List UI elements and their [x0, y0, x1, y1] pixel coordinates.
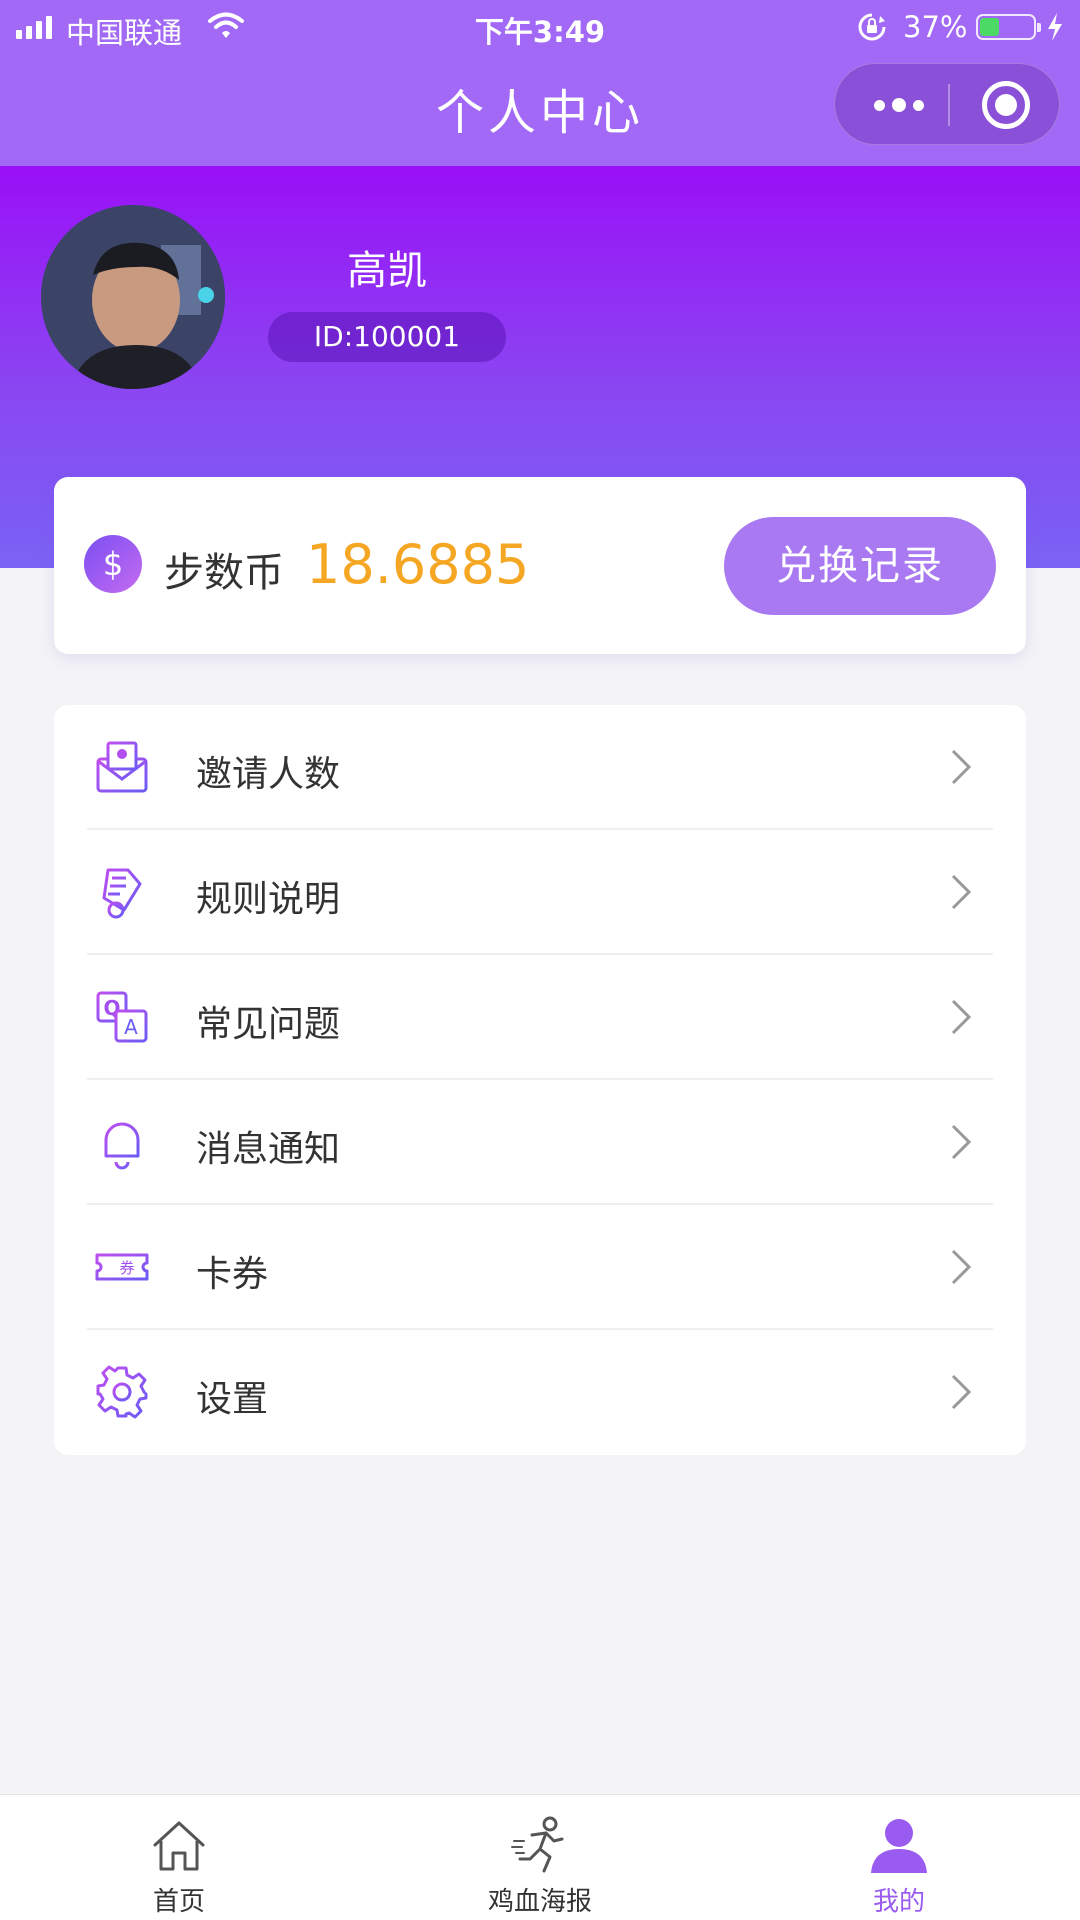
home-icon: [153, 1821, 205, 1871]
menu-item-rules[interactable]: 规则说明: [54, 830, 1026, 955]
chevron-right-icon: [951, 1249, 972, 1285]
mini-program-capsule: [834, 63, 1060, 145]
tab-label: 鸡血海报: [487, 1887, 592, 1917]
exchange-history-button[interactable]: 兑换记录: [724, 517, 996, 615]
menu-item-settings[interactable]: 设置: [54, 1330, 1026, 1455]
svg-text:A: A: [124, 1015, 138, 1039]
tab-poster[interactable]: 鸡血海报: [420, 1795, 660, 1920]
dollar-coin-icon: $: [84, 535, 142, 593]
rules-scroll-icon: [102, 868, 142, 919]
chevron-right-icon: [951, 749, 972, 785]
gear-icon: [96, 1365, 148, 1419]
charging-icon: [1048, 13, 1062, 41]
runner-icon: [511, 1816, 564, 1873]
chevron-right-icon: [951, 1124, 972, 1160]
menu-item-label: 卡券: [196, 1254, 269, 1295]
battery-fill: [980, 18, 999, 36]
tab-mine[interactable]: 我的: [779, 1795, 1019, 1920]
battery-icon: [976, 14, 1041, 40]
capsule-divider: [948, 84, 950, 126]
top-bar: 中国联通 下午3:49 37% 个人中心: [0, 0, 1080, 166]
menu-item-notifications[interactable]: 消息通知: [54, 1080, 1026, 1205]
menu-item-faq[interactable]: Q A 常见问题: [54, 955, 1026, 1080]
coin-value: 18.6885: [306, 533, 530, 596]
status-bar: 中国联通 下午3:49 37%: [0, 0, 1080, 54]
coin-label: 步数币: [164, 550, 284, 596]
more-options-icon[interactable]: [869, 64, 929, 146]
menu-item-label: 邀请人数: [196, 754, 341, 795]
rotation-lock-icon: [858, 13, 886, 41]
menu-item-label: 常见问题: [196, 1004, 341, 1045]
menu-item-label: 设置: [196, 1379, 269, 1420]
close-miniprogram-icon[interactable]: [982, 81, 1030, 129]
menu-item-label: 消息通知: [196, 1129, 341, 1170]
faq-qa-icon: Q A: [96, 991, 148, 1043]
user-icon: [871, 1819, 927, 1873]
chevron-right-icon: [951, 999, 972, 1035]
chevron-right-icon: [951, 1374, 972, 1410]
coin-balance-card: $ 步数币 18.6885 兑换记录: [54, 477, 1026, 654]
svg-text:券: 券: [119, 1259, 134, 1277]
bottom-tab-bar: 首页 鸡血海报 我的: [0, 1794, 1080, 1920]
tab-label: 我的: [872, 1887, 925, 1917]
tab-label: 首页: [152, 1887, 205, 1917]
chevron-right-icon: [951, 874, 972, 910]
user-name: 高凯: [347, 248, 427, 294]
menu-item-label: 规则说明: [196, 879, 341, 920]
avatar-image: [41, 205, 225, 389]
menu-item-invite[interactable]: 邀请人数: [54, 705, 1026, 830]
tab-home[interactable]: 首页: [59, 1795, 299, 1920]
invite-envelope-icon: [96, 741, 148, 793]
bell-icon: [98, 1118, 146, 1170]
avatar[interactable]: [41, 205, 225, 389]
coupon-icon: 券: [95, 1253, 149, 1281]
menu-list: 邀请人数 规则说明 Q A 常见问题 消息通知 券 卡券 设置: [54, 705, 1026, 1455]
menu-item-coupons[interactable]: 券 卡券: [54, 1205, 1026, 1330]
user-id-badge: ID:100001: [268, 312, 506, 362]
battery-percent: 37%: [903, 10, 968, 44]
